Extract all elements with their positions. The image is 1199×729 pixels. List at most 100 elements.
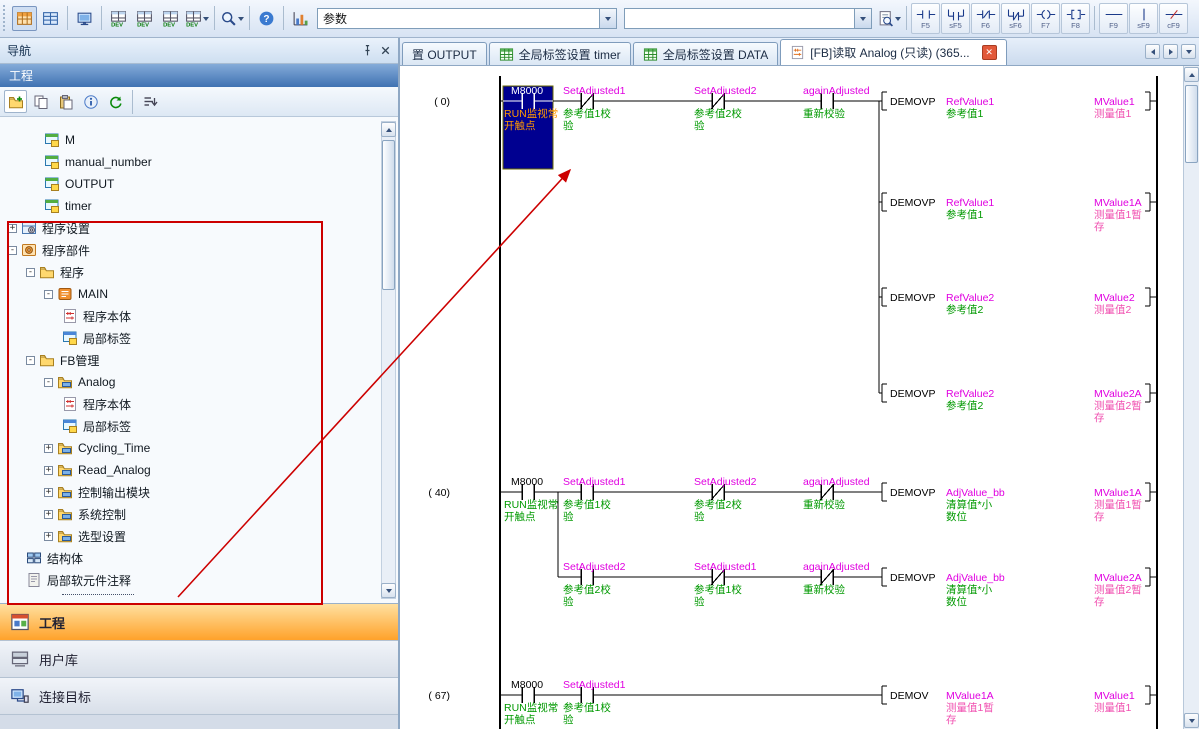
ladder-symbol-open-button[interactable]: F5	[911, 3, 940, 34]
tree-expander[interactable]: +	[44, 510, 53, 519]
contact-SetAdjusted1[interactable]: SetAdjusted1参考值1校验	[694, 561, 757, 608]
tree-expander[interactable]: +	[44, 444, 53, 453]
refresh-button[interactable]	[104, 90, 127, 113]
scroll-up-icon[interactable]	[1184, 67, 1199, 82]
contact-M8000[interactable]: M8000RUN监视常开触点	[504, 679, 558, 726]
instruction-DEMOVP-MValue1[interactable]: DEMOVPRefValue1参考值1MValue1测量值1	[882, 92, 1157, 120]
tree-item-控制输出模块[interactable]: +控制输出模块	[0, 481, 398, 503]
contact-againAdjusted[interactable]: againAdjusted重新校验	[803, 85, 870, 120]
copy-button[interactable]	[29, 90, 52, 113]
nav-button-connection[interactable]: 连接目标	[0, 678, 398, 715]
tree-item-M[interactable]: M	[0, 129, 398, 151]
tree-item-Cycling_Time[interactable]: +Cycling_Time	[0, 437, 398, 459]
tree-item-系统控制[interactable]: +系统控制	[0, 503, 398, 525]
tree-expander[interactable]: +	[44, 488, 53, 497]
ladder-symbol-delline-button[interactable]: cF9	[1159, 3, 1188, 34]
contact-SetAdjusted2[interactable]: SetAdjusted2参考值2校验	[563, 561, 626, 608]
rung-1[interactable]: ( 40)M8000RUN监视常开触点SetAdjusted1参考值1校验Set…	[428, 476, 1157, 608]
tree-scrollbar[interactable]	[381, 121, 396, 599]
scroll-down-icon[interactable]	[381, 583, 396, 598]
statistics-button[interactable]	[288, 6, 313, 31]
monitor-mode-button[interactable]	[72, 6, 97, 31]
ladder-editor[interactable]: ( 0)M8000RUN监视常开触点SetAdjusted1参考值1校验SetA…	[400, 66, 1183, 729]
ladder-scrollbar-thumb[interactable]	[1185, 85, 1198, 163]
tree-expander[interactable]: -	[26, 268, 35, 277]
tab-4[interactable]: [FB]读取 Analog (只读) (365...✕	[780, 39, 1006, 65]
scroll-up-icon[interactable]	[381, 122, 396, 137]
ladder-symbol-pclosed-button[interactable]: sF6	[1001, 3, 1030, 34]
device-comment-c-button[interactable]: DEV	[158, 6, 183, 31]
tree-item-Read_Analog[interactable]: +Read_Analog	[0, 459, 398, 481]
tree-item-局部软元件注释[interactable]: 局部软元件注释	[0, 569, 398, 591]
rung-2[interactable]: ( 67)M8000RUN监视常开触点SetAdjusted1参考值1校验DEM…	[428, 679, 1157, 726]
instruction-DEMOVP-MValue1A[interactable]: DEMOVPRefValue1参考值1MValue1A测量值1暂存	[882, 193, 1157, 233]
tree-item-Analog[interactable]: -Analog	[0, 371, 398, 393]
instruction-DEMOV-MValue1[interactable]: DEMOVMValue1A测量值1暂存MValue1测量值1	[882, 686, 1157, 726]
tree-item-OUTPUT[interactable]: OUTPUT	[0, 173, 398, 195]
secondary-combobox[interactable]	[624, 8, 872, 29]
tree-expander[interactable]: -	[44, 378, 53, 387]
nav-button-user-library[interactable]: 用户库	[0, 641, 398, 678]
device-memory-dropdown-button[interactable]: DEV	[184, 6, 210, 31]
contact-againAdjusted[interactable]: againAdjusted重新校验	[803, 476, 870, 511]
contact-SetAdjusted1[interactable]: SetAdjusted1参考值1校验	[563, 476, 626, 523]
tree-scrollbar-thumb[interactable]	[382, 140, 395, 290]
tree-item-选型设置[interactable]: +选型设置	[0, 525, 398, 547]
tree-expander[interactable]: +	[44, 466, 53, 475]
ladder-symbol-hline-button[interactable]: F9	[1099, 3, 1128, 34]
newf-button[interactable]	[4, 90, 27, 113]
tab-2[interactable]: 全局标签设置 timer	[489, 42, 631, 65]
tree-item-程序设置[interactable]: +程序设置	[0, 217, 398, 239]
parameter-combobox[interactable]: 参数	[317, 8, 617, 29]
ladder-vertical-scrollbar[interactable]	[1183, 66, 1199, 729]
pin-icon[interactable]	[358, 42, 376, 59]
tree-item-程序[interactable]: -程序	[0, 261, 398, 283]
tree-item-结构体[interactable]: 结构体	[0, 547, 398, 569]
project-view-toggle-button[interactable]	[12, 6, 37, 31]
tree-item-timer[interactable]: timer	[0, 195, 398, 217]
instruction-DEMOVP-MValue2A[interactable]: DEMOVPRefValue2参考值2MValue2A测量值2暂存	[882, 384, 1157, 424]
tab-list-icon[interactable]	[1181, 44, 1196, 59]
tree-item-局部标签[interactable]: 局部标签	[0, 415, 398, 437]
combo-dropdown-icon[interactable]	[854, 9, 871, 28]
contact-M8000[interactable]: M8000RUN监视常开触点	[504, 476, 558, 523]
contact-SetAdjusted2[interactable]: SetAdjusted2参考值2校验	[694, 85, 757, 132]
parameter-list-button[interactable]	[38, 6, 63, 31]
cross-reference-button[interactable]	[876, 6, 902, 31]
combo-dropdown-icon[interactable]	[599, 9, 616, 28]
ladder-symbol-vline-button[interactable]: sF9	[1129, 3, 1158, 34]
contact-SetAdjusted1[interactable]: SetAdjusted1参考值1校验	[563, 679, 626, 726]
contact-SetAdjusted1[interactable]: SetAdjusted1参考值1校验	[563, 85, 626, 132]
tree-item-MAIN[interactable]: -MAIN	[0, 283, 398, 305]
tree-expander[interactable]: -	[26, 356, 35, 365]
contact-againAdjusted[interactable]: againAdjusted重新校验	[803, 561, 870, 596]
device-comment-a-button[interactable]: DEV	[106, 6, 131, 31]
tab-scroll-left-icon[interactable]	[1145, 44, 1160, 59]
tab-close-button[interactable]: ✕	[982, 45, 997, 60]
tree-expander[interactable]: +	[8, 224, 17, 233]
nav-button-project[interactable]: 工程	[0, 604, 398, 641]
tab-1[interactable]: 置 OUTPUT	[402, 42, 487, 65]
tree-expander[interactable]: -	[44, 290, 53, 299]
device-comment-b-button[interactable]: DEV	[132, 6, 157, 31]
instruction-DEMOVP-MValue2A[interactable]: DEMOVPAdjValue_bb清算值*小数位MValue2A测量值2暂存	[882, 568, 1157, 608]
find-replace-button[interactable]	[219, 6, 245, 31]
ladder-symbol-coil-button[interactable]: F7	[1031, 3, 1060, 34]
instruction-DEMOVP-MValue2[interactable]: DEMOVPRefValue2参考值2MValue2测量值2	[882, 288, 1157, 316]
rung-0[interactable]: ( 0)M8000RUN监视常开触点SetAdjusted1参考值1校验SetA…	[434, 85, 1157, 424]
tree-item-manual_number[interactable]: manual_number	[0, 151, 398, 173]
tab-3[interactable]: 全局标签设置 DATA	[633, 42, 779, 65]
tree-item-程序部件[interactable]: -程序部件	[0, 239, 398, 261]
tab-scroll-right-icon[interactable]	[1163, 44, 1178, 59]
help-button[interactable]: ?	[254, 6, 279, 31]
info-button[interactable]	[79, 90, 102, 113]
scroll-down-icon[interactable]	[1184, 713, 1199, 728]
tree-expander[interactable]: -	[8, 246, 17, 255]
ladder-symbol-closed-button[interactable]: F6	[971, 3, 1000, 34]
contact-SetAdjusted2[interactable]: SetAdjusted2参考值2校验	[694, 476, 757, 523]
sort-button[interactable]	[138, 90, 161, 113]
tree-item-程序本体[interactable]: 程序本体	[0, 305, 398, 327]
tree-item-局部标签[interactable]: 局部标签	[0, 327, 398, 349]
instruction-DEMOVP-MValue1A[interactable]: DEMOVPAdjValue_bb清算值*小数位MValue1A测量值1暂存	[882, 483, 1157, 523]
close-icon[interactable]	[376, 42, 394, 59]
